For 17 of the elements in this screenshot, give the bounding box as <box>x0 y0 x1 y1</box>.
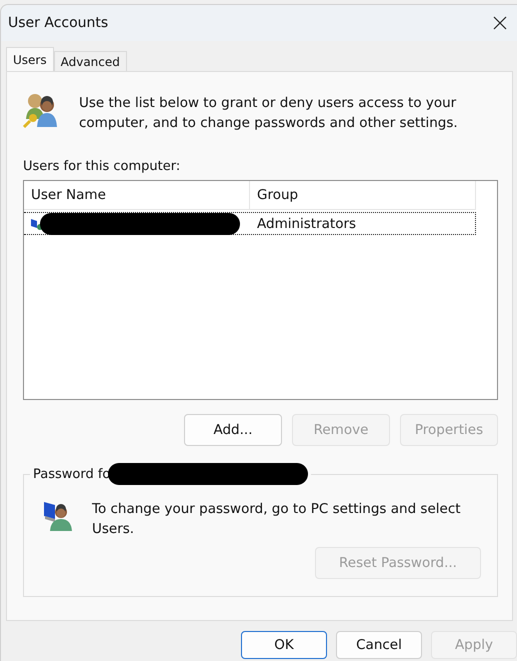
user-computer-icon <box>41 499 75 533</box>
close-icon <box>493 16 507 30</box>
instruction-text: Use the list below to grant or deny users access to your computer, and to change passwords and other settings. <box>79 94 459 133</box>
ok-button[interactable]: OK <box>241 631 327 659</box>
column-header[interactable]: User Name <box>24 181 250 209</box>
table-cell-text: Administrators <box>256 216 356 232</box>
close-button[interactable] <box>491 14 509 32</box>
tab[interactable]: Advanced <box>54 51 127 71</box>
list-label: Users for this computer: <box>23 159 182 174</box>
tab[interactable]: Users <box>6 47 54 71</box>
add-button[interactable]: Add... <box>184 414 282 446</box>
user-row[interactable]: Administrators <box>24 212 476 235</box>
password-info-text: To change your password, go to PC settings and select Users. <box>92 500 462 539</box>
users-list[interactable]: User Name Group Administrators <box>23 180 498 400</box>
column-header[interactable]: Group <box>250 181 476 209</box>
window-title: User Accounts <box>8 15 108 31</box>
cancel-button[interactable]: Cancel <box>336 631 422 659</box>
